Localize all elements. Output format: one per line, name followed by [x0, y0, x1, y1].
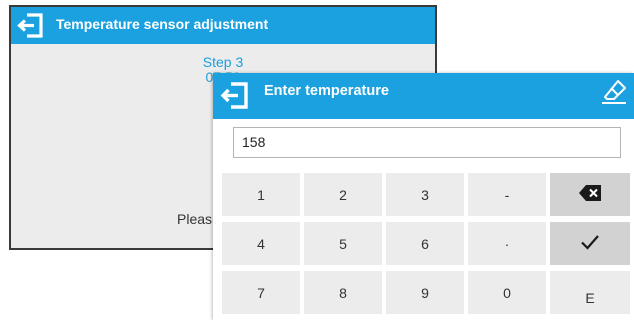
- key-6[interactable]: 6: [386, 222, 464, 265]
- backspace-icon: [579, 185, 601, 204]
- backspace-button[interactable]: [550, 173, 630, 216]
- exit-icon[interactable]: [218, 79, 251, 112]
- key-2[interactable]: 2: [304, 173, 382, 216]
- enter-temperature-dialog: Enter temperature 158 1 2 3 - 4 5 6 · 7 …: [213, 73, 634, 320]
- key-5[interactable]: 5: [304, 222, 382, 265]
- key-9[interactable]: 9: [386, 271, 464, 314]
- step-label: Step 3: [202, 54, 244, 70]
- key-minus[interactable]: -: [468, 173, 546, 216]
- key-4[interactable]: 4: [222, 222, 300, 265]
- confirm-button[interactable]: [550, 222, 630, 265]
- dialog-title: Enter temperature: [264, 83, 389, 99]
- checkmark-icon: [580, 234, 600, 253]
- key-e[interactable]: E: [550, 271, 630, 314]
- eraser-icon[interactable]: [600, 78, 628, 106]
- key-3[interactable]: 3: [386, 173, 464, 216]
- key-0[interactable]: 0: [468, 271, 546, 314]
- key-decimal[interactable]: ·: [468, 222, 546, 265]
- key-7[interactable]: 7: [222, 271, 300, 314]
- dialog-title: Temperature sensor adjustment: [56, 16, 269, 32]
- temperature-input[interactable]: 158: [233, 127, 621, 158]
- exit-icon[interactable]: [15, 10, 46, 41]
- sensor-adjustment-titlebar: Temperature sensor adjustment: [11, 7, 435, 44]
- key-8[interactable]: 8: [304, 271, 382, 314]
- enter-temperature-titlebar: Enter temperature: [213, 73, 634, 119]
- instruction-text: Pleas: [177, 211, 213, 227]
- numeric-keypad: 1 2 3 - 4 5 6 · 7 8 9 0 E: [222, 173, 630, 314]
- key-1[interactable]: 1: [222, 173, 300, 216]
